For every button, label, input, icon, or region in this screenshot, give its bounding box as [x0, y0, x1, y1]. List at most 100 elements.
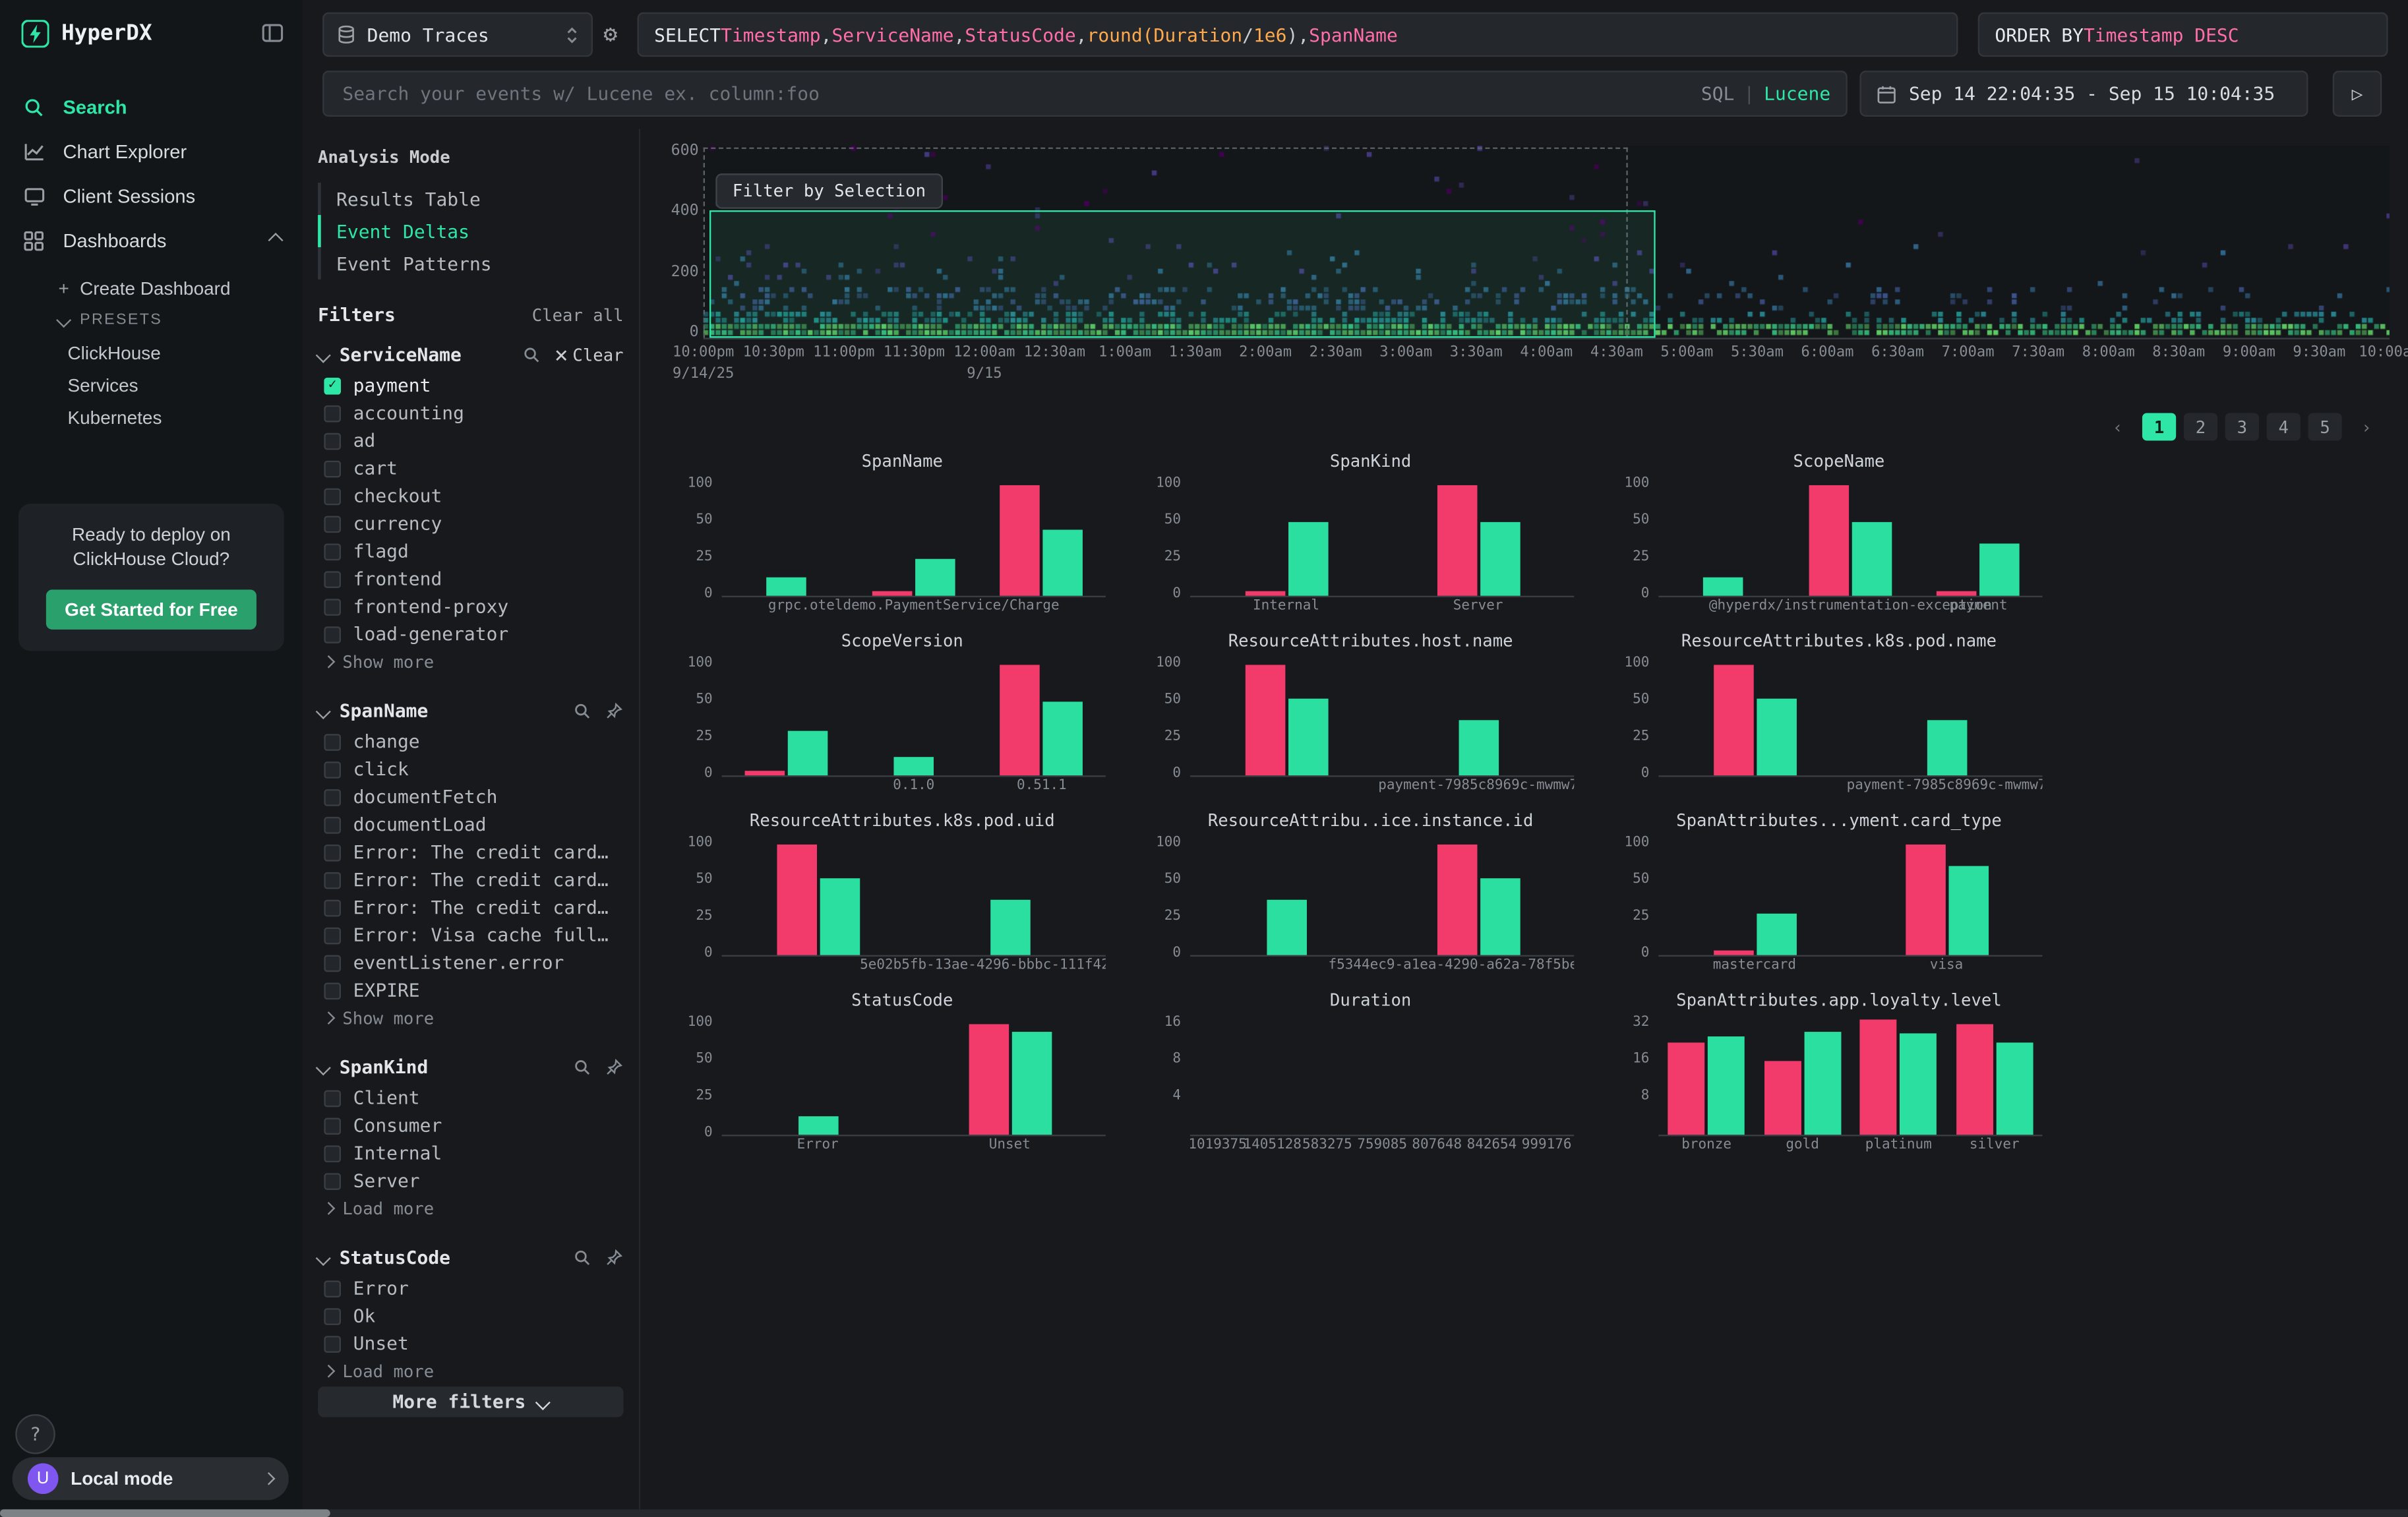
search-icon[interactable] — [573, 1058, 591, 1077]
user-menu[interactable]: U Local mode — [13, 1457, 289, 1500]
filter-option[interactable]: Error — [318, 1274, 623, 1302]
more-filters-button[interactable]: More filters — [318, 1386, 623, 1417]
checkbox[interactable] — [324, 460, 341, 477]
filter-option[interactable]: ✓payment — [318, 372, 623, 400]
filter-option[interactable]: load-generator — [318, 620, 623, 648]
search-icon[interactable] — [522, 345, 541, 364]
checkbox[interactable] — [324, 1307, 341, 1324]
filter-option[interactable]: frontend — [318, 565, 623, 593]
source-select[interactable]: Demo Traces — [322, 13, 593, 57]
group-clear-link[interactable]: Clear — [554, 345, 623, 365]
sidebar-item-search[interactable]: Search — [0, 84, 303, 129]
show-more-link[interactable]: Show more — [318, 1004, 623, 1032]
pagination-page-1[interactable]: 1 — [2142, 413, 2176, 441]
checkbox[interactable] — [324, 872, 341, 889]
filter-option[interactable]: cart — [318, 454, 623, 482]
horizontal-scrollbar[interactable] — [0, 1509, 2408, 1517]
show-more-link[interactable]: Show more — [318, 648, 623, 676]
checkbox[interactable] — [324, 761, 341, 778]
filter-option[interactable]: EXPIRE — [318, 976, 623, 1004]
checkbox[interactable] — [324, 844, 341, 861]
pin-icon[interactable] — [605, 701, 624, 720]
pagination-page-5[interactable]: 5 — [2308, 413, 2341, 441]
filter-option[interactable]: ad — [318, 427, 623, 454]
pin-icon[interactable] — [605, 1248, 624, 1266]
query-language-toggle[interactable]: SQL | Lucene — [1701, 83, 1830, 105]
checkbox[interactable] — [324, 1335, 341, 1352]
filter-option[interactable]: Client — [318, 1084, 623, 1112]
filter-group-header-SpanName[interactable]: SpanName — [318, 694, 623, 728]
show-more-link[interactable]: Load more — [318, 1195, 623, 1222]
order-by-input[interactable]: ORDER BY Timestamp DESC — [1978, 13, 2388, 57]
checkbox[interactable] — [324, 515, 341, 532]
filter-group-header-ServiceName[interactable]: ServiceNameClear — [318, 338, 623, 371]
checkbox[interactable] — [324, 432, 341, 450]
preset-link-clickhouse[interactable]: ClickHouse — [37, 336, 303, 369]
search-icon[interactable] — [573, 1248, 591, 1266]
checkbox[interactable] — [324, 1172, 341, 1189]
preset-link-services[interactable]: Services — [37, 369, 303, 401]
checkbox[interactable] — [324, 1145, 341, 1162]
scrollbar-thumb[interactable] — [0, 1509, 330, 1517]
filter-option[interactable]: Error: The credit card (… — [318, 866, 623, 894]
filter-group-header-StatusCode[interactable]: StatusCode — [318, 1241, 623, 1274]
presets-toggle[interactable]: PRESETS — [37, 304, 303, 336]
checkbox[interactable] — [324, 598, 341, 615]
checkbox[interactable] — [324, 1280, 341, 1297]
show-more-link[interactable]: Load more — [318, 1357, 623, 1385]
checkbox[interactable] — [324, 570, 341, 587]
gear-icon[interactable]: ⚙ — [603, 20, 617, 47]
sidebar-item-chart-explorer[interactable]: Chart Explorer — [0, 129, 303, 174]
sql-expression-input[interactable]: SELECT Timestamp, ServiceName, StatusCod… — [638, 13, 1958, 57]
checkbox[interactable] — [324, 788, 341, 806]
checkbox[interactable] — [324, 927, 341, 944]
checkbox[interactable] — [324, 543, 341, 560]
filter-option[interactable]: frontend-proxy — [318, 593, 623, 620]
filter-option[interactable]: Internal — [318, 1139, 623, 1167]
sidebar-item-client-sessions[interactable]: Client Sessions — [0, 173, 303, 218]
pagination-page-3[interactable]: 3 — [2225, 413, 2259, 441]
filter-option[interactable]: click — [318, 756, 623, 783]
filter-group-header-SpanKind[interactable]: SpanKind — [318, 1050, 623, 1084]
run-query-button[interactable]: ▷ — [2333, 71, 2382, 117]
preset-link-kubernetes[interactable]: Kubernetes — [37, 401, 303, 433]
pin-icon[interactable] — [605, 1058, 624, 1077]
search-icon[interactable] — [573, 701, 591, 720]
pagination-next[interactable]: › — [2349, 413, 2383, 441]
help-button[interactable]: ? — [15, 1414, 55, 1454]
checkbox[interactable] — [324, 1117, 341, 1134]
checkbox[interactable] — [324, 954, 341, 971]
filter-option[interactable]: Consumer — [318, 1112, 623, 1139]
date-range-picker[interactable]: Sep 14 22:04:35 - Sep 15 10:04:35 — [1859, 71, 2308, 117]
filter-option[interactable]: Error: Visa cache full: … — [318, 921, 623, 949]
filter-option[interactable]: Ok — [318, 1302, 623, 1330]
filter-option[interactable]: change — [318, 728, 623, 756]
pagination-page-2[interactable]: 2 — [2184, 413, 2217, 441]
sidebar-collapse-icon[interactable] — [261, 22, 284, 45]
checkbox[interactable] — [324, 733, 341, 750]
checkbox[interactable] — [324, 626, 341, 643]
checkbox[interactable] — [324, 899, 341, 916]
filter-option[interactable]: accounting — [318, 400, 623, 427]
filter-option[interactable]: Unset — [318, 1330, 623, 1357]
lang-sql-option[interactable]: SQL — [1701, 83, 1735, 105]
checkbox[interactable] — [324, 487, 341, 504]
brand[interactable]: HyperDX — [0, 0, 303, 63]
clear-all-link[interactable]: Clear all — [532, 305, 624, 324]
mode-event-deltas[interactable]: Event Deltas — [318, 215, 623, 247]
filter-option[interactable]: currency — [318, 510, 623, 537]
filter-option[interactable]: documentFetch — [318, 783, 623, 811]
checkbox[interactable] — [324, 982, 341, 999]
filter-by-selection-button[interactable]: Filter by Selection — [715, 173, 942, 209]
pagination-page-4[interactable]: 4 — [2267, 413, 2301, 441]
filter-option[interactable]: checkout — [318, 482, 623, 510]
filter-option[interactable]: Server — [318, 1167, 623, 1195]
search-input[interactable] — [340, 81, 1701, 105]
checkbox[interactable] — [324, 405, 341, 422]
get-started-button[interactable]: Get Started for Free — [46, 589, 256, 630]
selection-region[interactable] — [710, 211, 1656, 338]
checkbox[interactable] — [324, 1089, 341, 1106]
filter-option[interactable]: flagd — [318, 537, 623, 565]
checkbox[interactable] — [324, 816, 341, 833]
filter-option[interactable]: Error: The credit card (… — [318, 839, 623, 866]
